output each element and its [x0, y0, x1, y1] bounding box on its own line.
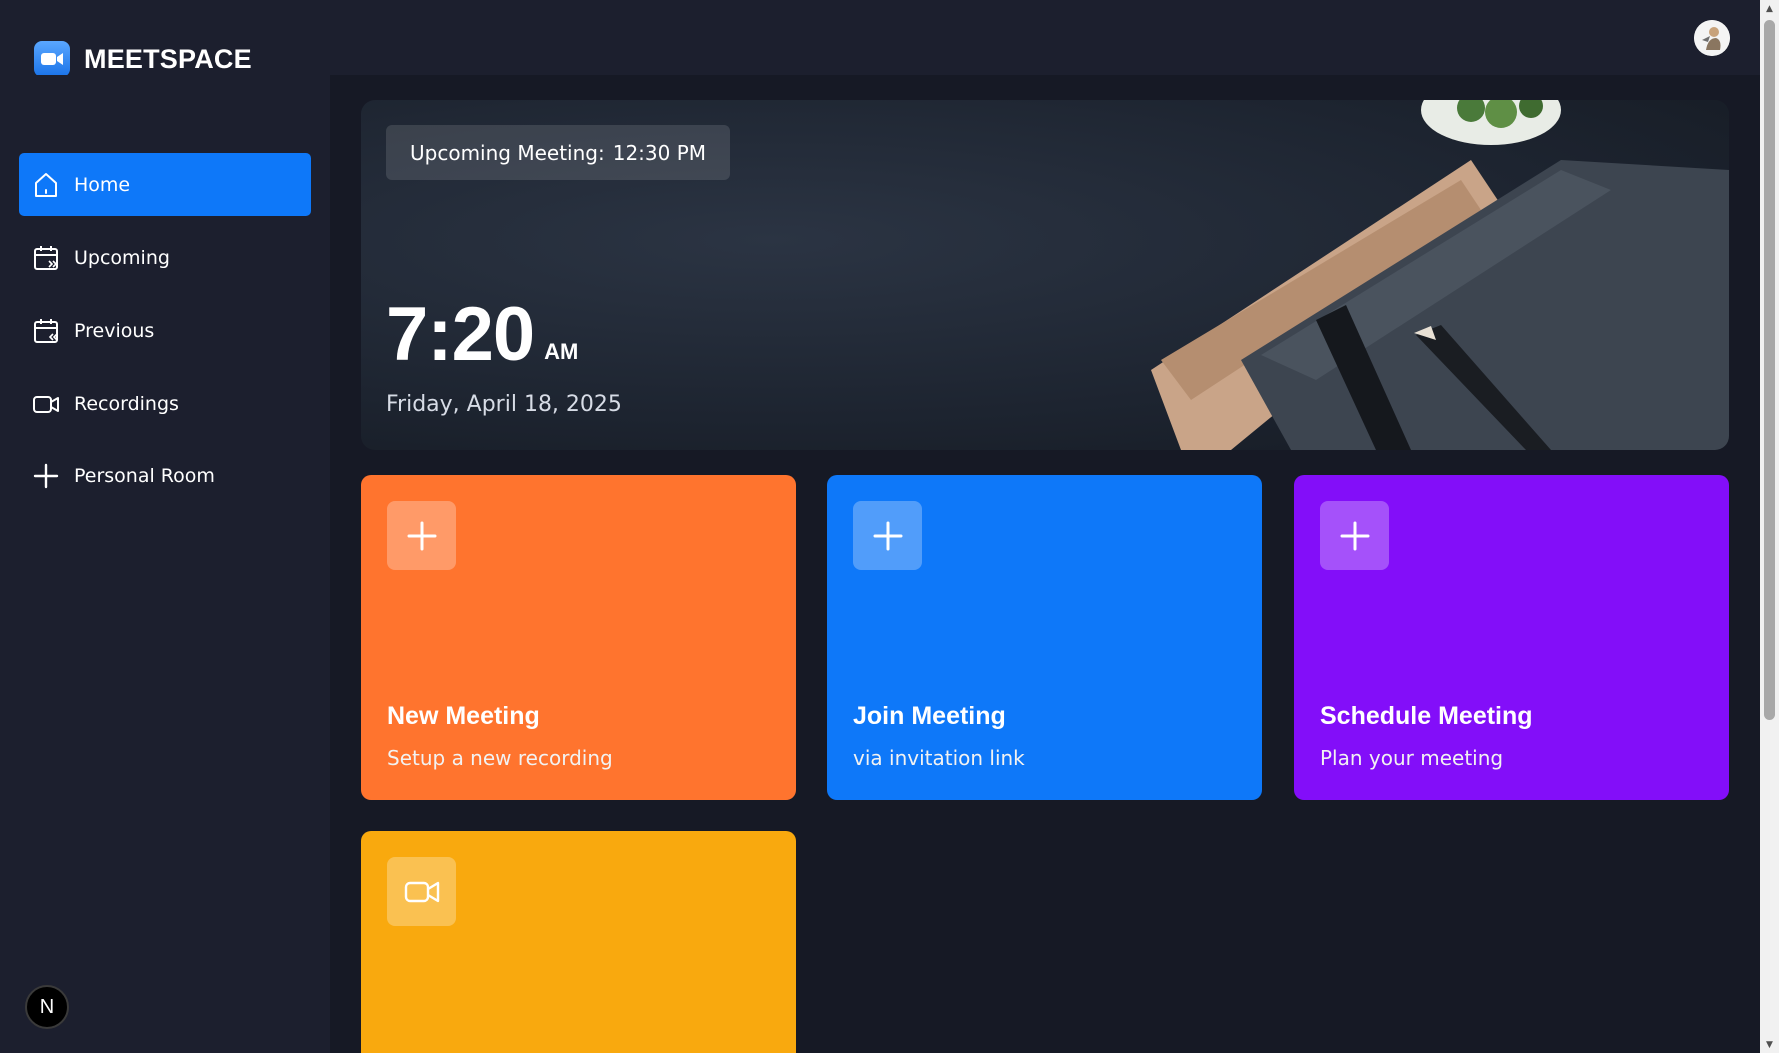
upcoming-meeting-pill: Upcoming Meeting: 12:30 PM [386, 125, 731, 180]
upcoming-meeting-label: Upcoming Meeting: [410, 140, 605, 165]
sidebar-item-label: Home [74, 173, 131, 196]
top-bar: MEETSPACE [0, 0, 1760, 77]
upcoming-meeting-time: 12:30 PM [612, 140, 707, 165]
sidebar-item-home[interactable]: Home [19, 153, 311, 216]
nextjs-badge[interactable]: N [25, 985, 69, 1029]
card-subtitle: via invitation link [853, 746, 1025, 770]
sidebar-item-personal-room[interactable]: Personal Room [19, 444, 311, 507]
new-meeting-card[interactable]: New Meeting Setup a new recording [361, 475, 796, 800]
plus-icon [32, 462, 60, 490]
card-title: Join Meeting [853, 702, 1006, 730]
current-date: Friday, April 18, 2025 [386, 392, 622, 417]
video-icon [32, 390, 60, 418]
plus-icon [853, 501, 922, 570]
sidebar-item-label: Recordings [74, 392, 179, 415]
home-icon [32, 171, 60, 199]
scroll-up-icon[interactable]: ▲ [1760, 0, 1779, 17]
card-subtitle: Plan your meeting [1320, 746, 1504, 770]
video-icon [387, 857, 456, 926]
sidebar-item-label: Previous [74, 319, 155, 342]
sidebar: Home Upcoming Previous Recordings Person… [0, 75, 330, 1053]
plus-icon [387, 501, 456, 570]
calendar-forward-icon [32, 244, 60, 272]
calendar-back-icon [32, 317, 60, 345]
card-subtitle: Setup a new recording [387, 746, 613, 770]
card-title: New Meeting [387, 702, 540, 730]
schedule-meeting-card[interactable]: Schedule Meeting Plan your meeting [1294, 475, 1729, 800]
meetspace-logo-icon [34, 41, 70, 77]
vertical-scrollbar[interactable]: ▲ ▼ [1760, 0, 1779, 1053]
brand-name: MEETSPACE [84, 43, 252, 74]
clock: 7:20 AM [386, 292, 579, 377]
card-title: Schedule Meeting [1320, 702, 1533, 730]
main-content: Upcoming Meeting: 12:30 PM 7:20 AM Frida… [330, 75, 1760, 1053]
sidebar-item-previous[interactable]: Previous [19, 299, 311, 362]
view-recordings-card[interactable] [361, 831, 796, 1053]
scroll-down-icon[interactable]: ▼ [1760, 1036, 1779, 1053]
user-avatar[interactable] [1694, 20, 1730, 56]
join-meeting-card[interactable]: Join Meeting via invitation link [827, 475, 1262, 800]
clock-ampm: AM [544, 339, 579, 364]
clock-time: 7:20 [386, 292, 535, 377]
sidebar-item-label: Upcoming [74, 246, 170, 269]
sidebar-item-recordings[interactable]: Recordings [19, 372, 311, 435]
avatar-image-icon [1694, 20, 1730, 56]
brand[interactable]: MEETSPACE [34, 41, 252, 77]
sidebar-item-upcoming[interactable]: Upcoming [19, 226, 311, 289]
scroll-thumb[interactable] [1764, 20, 1775, 720]
plus-icon [1320, 501, 1389, 570]
hero-banner: Upcoming Meeting: 12:30 PM 7:20 AM Frida… [361, 100, 1729, 450]
sidebar-item-label: Personal Room [74, 464, 215, 487]
